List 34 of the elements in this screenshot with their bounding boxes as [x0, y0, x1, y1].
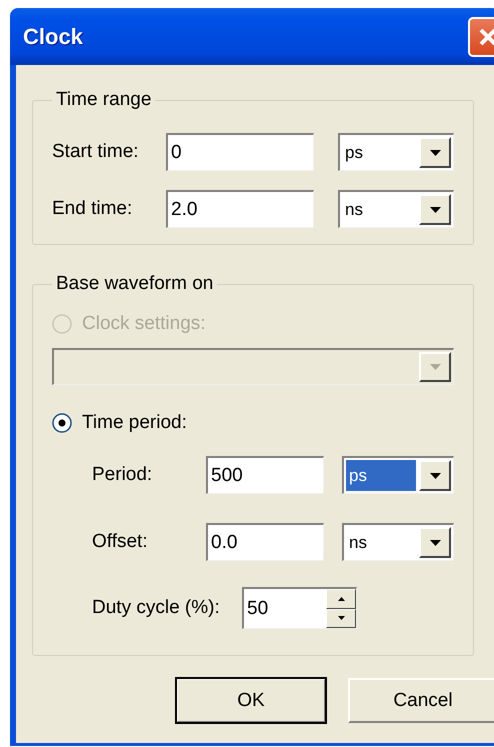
group-title: Time range: [55, 89, 152, 111]
field-label: Offset:: [92, 531, 149, 553]
input-field[interactable]: 0: [166, 133, 314, 171]
caret-icon: [430, 150, 440, 156]
caret-icon: [430, 206, 440, 212]
dropdown-button[interactable]: [419, 137, 451, 168]
down-arrow-icon: [338, 616, 344, 620]
dropdown-button[interactable]: [419, 527, 451, 558]
radio-button[interactable]: Time period:: [52, 411, 473, 435]
unit-dropdown[interactable]: ps: [338, 133, 454, 171]
unit-dropdown[interactable]: ps: [342, 456, 454, 494]
caret-icon: [430, 472, 440, 478]
group-title: Base waveform on: [55, 273, 214, 295]
window-title: Clock: [23, 24, 83, 50]
input-field[interactable]: 500: [206, 456, 324, 494]
close-icon: [478, 26, 494, 46]
input-field[interactable]: 0.0: [206, 523, 324, 561]
spinner-field[interactable]: 50: [242, 587, 357, 629]
spin-up-button[interactable]: [326, 589, 356, 608]
up-arrow-icon: [338, 596, 344, 601]
dropdown-button[interactable]: [419, 194, 451, 225]
spin-down-button[interactable]: [326, 608, 356, 628]
caret-icon: [430, 540, 440, 546]
field-label: Duty cycle (%):: [92, 597, 221, 619]
ok-button[interactable]: OK: [176, 678, 326, 723]
field-label: Start time:: [52, 141, 140, 163]
caret-icon: [430, 364, 440, 370]
field-label: Period:: [92, 464, 154, 486]
unit-dropdown[interactable]: ns: [342, 523, 454, 561]
input-field[interactable]: 2.0: [166, 190, 314, 228]
cancel-button[interactable]: Cancel: [348, 678, 494, 723]
field-label: End time:: [52, 198, 134, 220]
unit-dropdown[interactable]: ns: [338, 190, 454, 228]
dropdown-button[interactable]: [419, 460, 451, 491]
